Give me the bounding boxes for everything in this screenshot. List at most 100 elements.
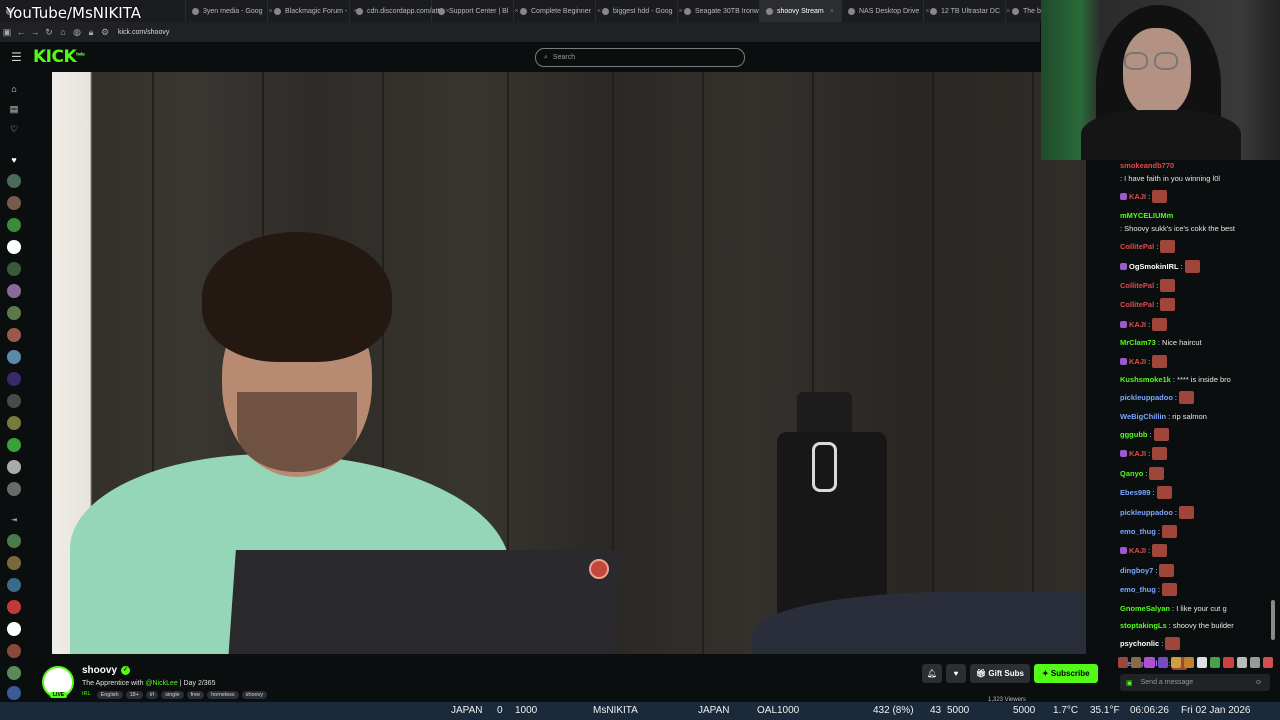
browser-tab[interactable]: NAS Desktop Drive × [842, 0, 929, 22]
chat-username[interactable]: CollitePal [1120, 280, 1154, 291]
recommended-channel-avatar[interactable] [7, 666, 21, 680]
emote-icon[interactable] [1131, 656, 1142, 668]
stream-tag[interactable]: free [186, 691, 205, 699]
recommended-channel-avatar[interactable] [7, 600, 21, 614]
chat-username[interactable]: emo_thug [1120, 526, 1156, 537]
chat-settings-icon[interactable]: ▣ [1126, 679, 1133, 687]
browser-tab[interactable]: cdn.discordapp.com/att × [350, 0, 449, 22]
browser-tab[interactable]: 3yen media - Goog × [186, 0, 273, 22]
chat-username[interactable]: smokeandb770 [1120, 160, 1174, 171]
followed-channel-avatar[interactable] [7, 372, 21, 386]
chat-username[interactable]: KAJI [1129, 448, 1146, 459]
lock-icon[interactable]: 🔒︎ [84, 27, 98, 38]
subscribe-button[interactable]: ✦ Subscribe [1033, 664, 1098, 683]
chat-username[interactable]: mMYCELIUMm [1120, 210, 1173, 221]
sidebar-toggle-icon[interactable]: ▣ [0, 27, 14, 38]
emote-icon[interactable] [1118, 656, 1129, 668]
chat-message-input[interactable]: ▣ Send a message ☺ [1120, 674, 1270, 691]
emote-icon[interactable] [1236, 656, 1247, 668]
tab-close-icon[interactable]: × [830, 8, 834, 15]
stream-tag[interactable]: irl [145, 691, 159, 699]
followed-channel-avatar[interactable] [7, 350, 21, 364]
emote-icon[interactable] [1183, 656, 1195, 668]
chat-username[interactable]: MrClam73 [1120, 337, 1156, 348]
chat-username[interactable]: emo_thug [1120, 584, 1156, 595]
home-icon[interactable]: ⌂ [56, 27, 70, 37]
stream-tag[interactable]: single [161, 691, 184, 699]
chat-username[interactable]: KAJI [1129, 545, 1146, 556]
followed-channel-avatar[interactable] [7, 328, 21, 342]
followed-channel-avatar[interactable] [7, 482, 21, 496]
browser-tab[interactable]: Seagate 30TB Ironw× [678, 0, 769, 22]
browser-tab[interactable]: Complete Beginner × [514, 0, 601, 22]
emote-icon[interactable] [1157, 656, 1168, 668]
home-icon[interactable]: ⌂ [7, 82, 21, 96]
url-field[interactable]: kick.com/shoovy [118, 29, 169, 36]
chat-username[interactable]: dingboy7 [1120, 565, 1153, 576]
emoji-picker-icon[interactable]: ☺ [1255, 679, 1262, 686]
stream-tag[interactable]: homeless [207, 691, 239, 699]
recommended-channel-avatar[interactable] [7, 686, 21, 700]
streamer-name-text[interactable]: shoovy [82, 665, 117, 676]
chat-username[interactable]: KAJI [1129, 356, 1146, 367]
browser-tab[interactable]: shoovy Stream × [760, 0, 842, 22]
chat-username[interactable]: pickleuppadoo [1120, 392, 1173, 403]
followed-channel-avatar[interactable] [7, 262, 21, 276]
browser-tab[interactable]: Blackmagic Forum -× [268, 0, 357, 22]
chat-username[interactable]: OgSmokinIRL [1129, 261, 1179, 272]
emote-icon[interactable] [1170, 656, 1181, 668]
reload-icon[interactable]: ↻ [42, 27, 56, 38]
site-settings-icon[interactable]: ⚙ [98, 27, 112, 38]
followed-channel-avatar[interactable] [7, 438, 21, 452]
chat-username[interactable]: Kushsmoke1k [1120, 374, 1171, 385]
emote-icon[interactable] [1249, 656, 1260, 668]
chat-username[interactable]: gggubb [1120, 429, 1148, 440]
search-input[interactable]: ⌕ Search [535, 48, 745, 67]
browser-tab[interactable]: 12 TB Ultrastar DC × [924, 0, 1010, 22]
browser-tab[interactable]: Support Center | Bl × [432, 0, 519, 22]
browse-icon[interactable]: ▤ [7, 102, 21, 116]
emote-icon[interactable] [1197, 656, 1208, 668]
follow-heart-button[interactable]: ♥ [946, 664, 966, 683]
followed-channel-avatar[interactable] [7, 218, 21, 232]
followed-channel-avatar[interactable] [7, 196, 21, 210]
menu-icon[interactable]: ☰ [11, 50, 25, 64]
recommended-channel-avatar[interactable] [7, 622, 21, 636]
recommended-channel-avatar[interactable] [7, 534, 21, 548]
video-player[interactable] [52, 72, 1086, 654]
chat-username[interactable]: KAJI [1129, 191, 1146, 202]
category-link[interactable]: IRL [82, 691, 91, 699]
chat-username[interactable]: GnomeSalyan [1120, 603, 1170, 614]
forward-icon[interactable]: → [28, 27, 42, 37]
emote-icon[interactable] [1262, 656, 1274, 668]
chat-username[interactable]: psychonlic [1120, 638, 1159, 649]
recommended-channel-avatar[interactable] [7, 556, 21, 570]
followed-channel-avatar[interactable] [7, 394, 21, 408]
followed-channel-avatar[interactable] [7, 174, 21, 188]
back-icon[interactable]: ← [14, 27, 28, 37]
following-icon[interactable]: ♥ [7, 153, 21, 167]
heart-icon[interactable]: ♡ [7, 122, 21, 136]
browser-tab[interactable]: biggest hdd - Goog × [596, 0, 683, 22]
expand-icon[interactable]: ⇥ [7, 514, 21, 528]
chat-username[interactable]: CollitePal [1120, 241, 1154, 252]
chat-username[interactable]: CollitePal [1120, 299, 1154, 310]
gift-subs-button[interactable]: 🎁︎ Gift Subs [970, 664, 1030, 683]
chat-username[interactable]: WeBigChillin [1120, 411, 1166, 422]
recommended-channel-avatar[interactable] [7, 644, 21, 658]
followed-channel-avatar[interactable] [7, 284, 21, 298]
chat-username[interactable]: stoptakingLs [1120, 620, 1167, 631]
followed-channel-avatar[interactable] [7, 460, 21, 474]
chat-username[interactable]: KAJI [1129, 319, 1146, 330]
emote-icon[interactable] [1210, 656, 1221, 668]
stream-tag[interactable]: shoovy [241, 691, 268, 699]
emote-icon[interactable] [1223, 656, 1234, 668]
followed-channel-avatar[interactable] [7, 306, 21, 320]
streamer-name[interactable]: shoovy ✓ [82, 665, 131, 676]
shield-icon[interactable]: ◍ [70, 27, 84, 38]
stream-tag[interactable]: English [96, 691, 123, 699]
stream-tag[interactable]: 18+ [125, 691, 143, 699]
chat-scrollbar[interactable] [1271, 600, 1275, 640]
followed-channel-avatar[interactable] [7, 416, 21, 430]
kick-logo[interactable]: KICKbeta [33, 47, 85, 67]
